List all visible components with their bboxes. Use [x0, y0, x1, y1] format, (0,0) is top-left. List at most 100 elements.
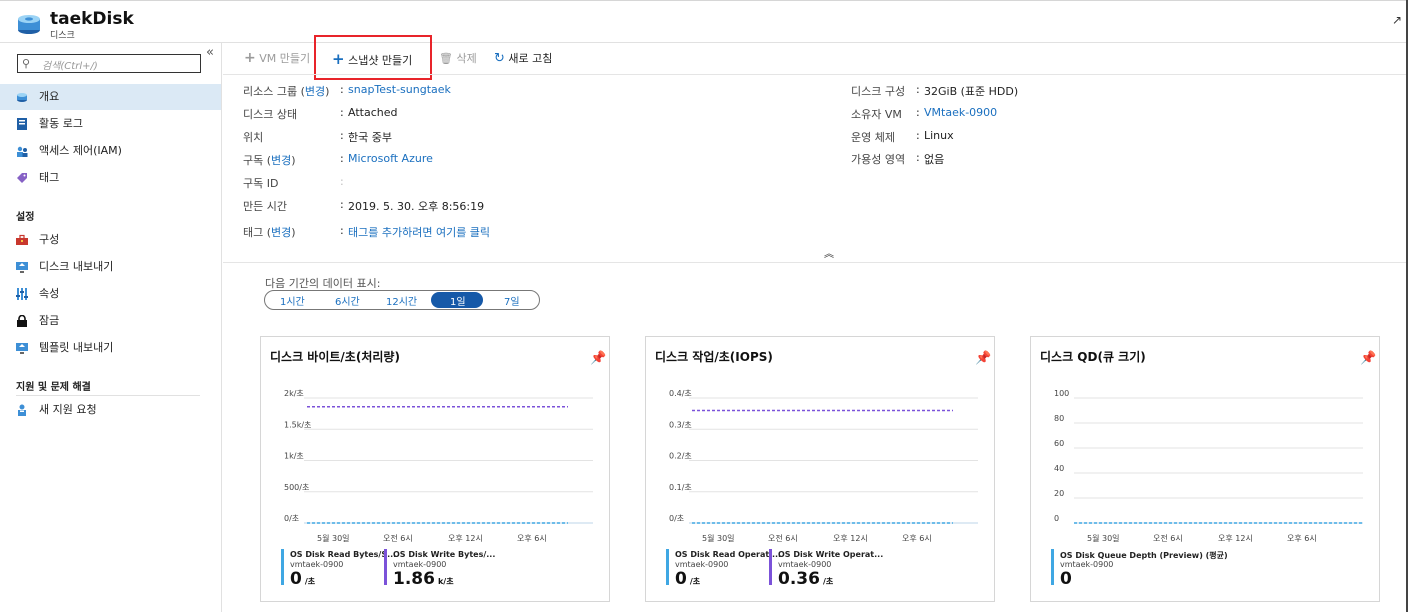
sidebar-item-label: 잠금 [39, 314, 60, 327]
time-range-option-7d[interactable]: 7일 [504, 293, 520, 308]
owner-vm-link[interactable]: VMtaek-0900 [924, 106, 997, 119]
sidebar-item-new-support-request[interactable]: 새 지원 요청 [0, 397, 221, 423]
y-tick-label: 1.5k/초 [284, 420, 311, 429]
legend-value: 0/초 [675, 569, 701, 589]
legend-value: 0.36/초 [778, 569, 834, 589]
legend-value: 1.86 k/초 [393, 569, 454, 589]
log-icon [17, 118, 27, 130]
chart-plot: 0/초 0.1/초 0.2/초 0.3/초 0.4/초 5월 30일 오전 6시 오후 12시… [669, 389, 978, 543]
resource-group-link[interactable]: snapTest-sungtaek [348, 83, 451, 96]
sidebar-item-locks[interactable]: 잠금 [0, 308, 221, 334]
trash-icon: 🗑 [439, 52, 453, 65]
config-value: 32GiB (표준 HDD) [924, 85, 1019, 98]
y-tick-label: 0.4/초 [669, 389, 692, 398]
delete-button[interactable]: 🗑 삭제 [439, 50, 477, 66]
legend-series-name: OS Disk Write Operat... [778, 550, 884, 559]
sidebar-item-iam[interactable]: 액세스 제어(IAM) [0, 138, 221, 164]
plus-icon: + [244, 50, 256, 66]
x-tick-label: 오후 6시 [517, 534, 547, 543]
time-range-option-1d[interactable]: 1일 [450, 293, 466, 308]
tags-label: 태그 (변경) [243, 226, 296, 239]
subscription-link[interactable]: Microsoft Azure [348, 152, 433, 165]
legend-value: 0/초 [290, 569, 316, 589]
add-tags-link[interactable]: 태그를 추가하려면 여기를 클릭 [348, 224, 490, 240]
refresh-icon: ↻ [494, 51, 505, 66]
search-icon: ⚲ [22, 57, 31, 70]
time-range-option-12h[interactable]: 12시간 [386, 293, 417, 308]
x-tick-label: 오후 12시 [448, 534, 483, 543]
sidebar-item-properties[interactable]: 속성 [0, 281, 221, 307]
page-title: taekDisk [50, 9, 134, 29]
legend-unit: /초 [689, 577, 701, 586]
create-vm-button[interactable]: + VM 만들기 [244, 50, 310, 66]
legend-unit: k/초 [437, 577, 454, 586]
legend-value: 0 [1060, 569, 1072, 589]
search-input[interactable]: 검색(Ctrl+/) [17, 54, 201, 73]
os-value: Linux [924, 129, 954, 142]
legend-resource: vmtaek-0900 [290, 560, 344, 569]
sidebar-item-label: 템플릿 내보내기 [39, 341, 114, 354]
x-tick-label: 오후 12시 [833, 534, 868, 543]
sidebar-item-configuration[interactable]: 구성 [0, 227, 221, 253]
time-range-label: 다음 기간의 데이터 표시: [265, 277, 381, 290]
subscription-id-label: 구독 ID [243, 177, 279, 190]
y-tick-label: 1k/초 [284, 452, 304, 461]
toolbox-icon [16, 234, 28, 245]
y-tick-label: 0 [1054, 514, 1059, 523]
settings-section-header: 설정 [16, 212, 35, 223]
pin-icon[interactable]: 📌 [590, 351, 606, 366]
change-link[interactable]: 변경 [271, 154, 291, 167]
people-icon [17, 146, 28, 157]
legend-color-bar [666, 549, 669, 585]
sidebar-item-label: 개요 [39, 90, 60, 103]
create-vm-label: VM 만들기 [259, 52, 311, 65]
x-tick-label: 오전 6시 [1153, 533, 1183, 543]
y-tick-label: 80 [1054, 414, 1064, 423]
legend-series-name: OS Disk Read Bytes/S... [290, 550, 397, 559]
y-tick-label: 2k/초 [284, 389, 304, 398]
collapse-sidebar-icon[interactable]: « [206, 45, 214, 60]
created-label: 만든 시간 [243, 200, 287, 213]
legend-resource: vmtaek-0900 [675, 560, 729, 569]
y-tick-label: 0.2/초 [669, 452, 692, 461]
created-value: 2019. 5. 30. 오후 8:56:19 [348, 200, 485, 213]
y-tick-label: 500/초 [284, 483, 309, 492]
pin-icon[interactable]: 📌 [1360, 351, 1376, 366]
collapse-essentials-icon[interactable]: ︽ [824, 245, 834, 260]
chart-plot: 0 20 40 60 80 100 5월 30일 오전 6시 오후 12시 오후 6시 [1054, 389, 1363, 543]
sidebar-item-tags[interactable]: 태그 [0, 165, 221, 191]
legend-series-name: OS Disk Read Operati... [675, 550, 782, 559]
delete-label: 삭제 [456, 52, 477, 65]
zone-label: 가용성 영역 [851, 153, 906, 166]
sidebar-item-overview[interactable]: 개요 [0, 84, 221, 110]
legend-color-bar [281, 549, 284, 585]
chart-title: 디스크 바이트/초(처리량) [270, 350, 400, 364]
sidebar-item-label: 새 지원 요청 [39, 403, 97, 416]
tag-icon [17, 173, 27, 183]
sidebar-item-template-export[interactable]: 템플릿 내보내기 [0, 335, 221, 361]
legend-resource: vmtaek-0900 [778, 560, 832, 569]
properties-icon [16, 288, 28, 300]
change-link[interactable]: 변경 [271, 226, 291, 239]
sidebar-item-activity-log[interactable]: 활동 로그 [0, 111, 221, 137]
pin-icon[interactable]: ↗ [1392, 13, 1402, 27]
disk-state-value: Attached [348, 106, 398, 119]
pin-icon[interactable]: 📌 [975, 351, 991, 366]
template-icon [16, 343, 28, 354]
refresh-button[interactable]: ↻ 새로 고침 [494, 50, 552, 66]
time-range-option-1h[interactable]: 1시간 [280, 293, 305, 308]
y-tick-label: 20 [1054, 489, 1064, 498]
legend-series-name: OS Disk Write Bytes/... [393, 550, 496, 559]
chart-title: 디스크 작업/초(IOPS) [655, 350, 773, 364]
x-tick-label: 오전 6시 [383, 533, 413, 543]
disk-state-label: 디스크 상태 [243, 108, 298, 121]
sidebar-item-disk-export[interactable]: 디스크 내보내기 [0, 254, 221, 280]
toolbar-divider [223, 74, 1406, 75]
x-tick-label: 5월 30일 [1087, 533, 1120, 543]
change-link[interactable]: 변경 [305, 85, 325, 98]
legend-color-bar [384, 549, 387, 585]
divider [16, 395, 200, 396]
time-range-option-6h[interactable]: 6시간 [335, 293, 360, 308]
legend-color-bar [1051, 549, 1054, 585]
os-label: 운영 체제 [851, 131, 895, 144]
